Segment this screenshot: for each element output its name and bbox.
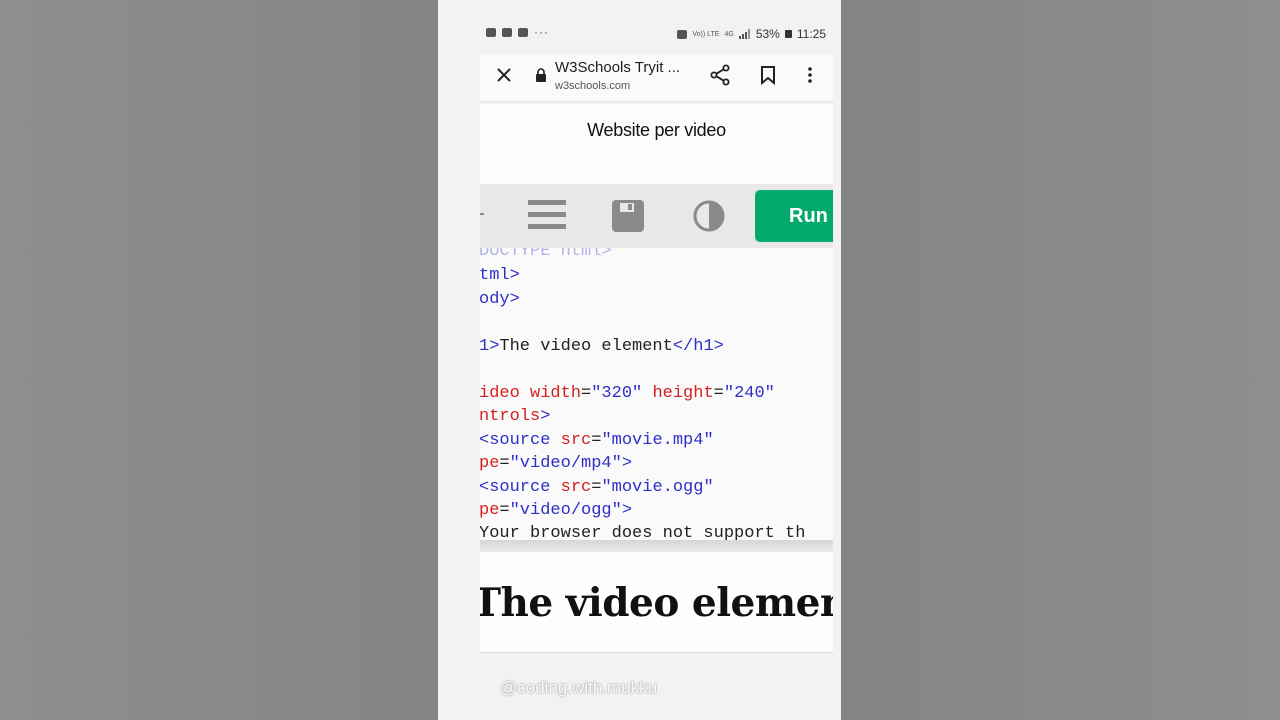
- code-token: pe: [480, 501, 500, 520]
- code-token: =: [499, 454, 510, 473]
- save-icon[interactable]: [612, 200, 644, 232]
- code-token: >: [540, 407, 551, 426]
- code-token: <source: [480, 478, 561, 497]
- menu-icon[interactable]: [528, 198, 566, 232]
- more-options-icon[interactable]: [801, 65, 819, 85]
- code-token: =: [499, 501, 510, 520]
- code-editor[interactable]: DOCTYPE html> tml> ody> 1>The video element…: [480, 248, 833, 540]
- code-token: height: [652, 384, 714, 403]
- code-token: "video/ogg": [509, 501, 622, 520]
- clock: 11:25: [796, 27, 826, 41]
- code-token: "movie.mp4": [601, 431, 714, 450]
- result-bottom-border: [480, 652, 833, 653]
- code-token: <source: [480, 431, 561, 450]
- left-blur-background: [0, 0, 438, 720]
- notification-icons: ···: [486, 25, 549, 39]
- code-token: </h1>: [672, 337, 724, 356]
- toolbar-arrow-fragment: [480, 213, 484, 215]
- code-line: pe="video/ogg">: [480, 501, 632, 520]
- signal-icon: [738, 29, 750, 39]
- code-token: =: [591, 431, 602, 450]
- more-notifications: ···: [534, 25, 549, 39]
- code-line: tml>: [480, 266, 520, 285]
- code-line: DOCTYPE html>: [480, 248, 612, 261]
- site-title: Website per video: [587, 120, 726, 140]
- network-type-label: 4G: [724, 30, 734, 38]
- url-text[interactable]: w3schools.com: [555, 80, 630, 92]
- share-icon[interactable]: [709, 64, 731, 86]
- code-token: =: [581, 384, 592, 403]
- code-token: 1>: [480, 337, 500, 356]
- watermark: @coding.with.mukku: [500, 678, 658, 697]
- video-call-icon: [486, 28, 496, 37]
- cast-icon: [677, 29, 688, 39]
- code-line: 1>The video element</h1>: [480, 337, 724, 356]
- phone-screen: ··· Vo)) LTE 4G 53% 11:25 W3Schools Tryi…: [438, 0, 841, 720]
- code-token: pe: [480, 454, 500, 473]
- code-token: src: [560, 431, 592, 450]
- code-token: ntrols: [480, 407, 541, 426]
- code-line: <source src="movie.mp4": [480, 431, 714, 450]
- code-token: =: [713, 384, 724, 403]
- result-frame: The video element: [480, 552, 833, 652]
- run-button[interactable]: Run: [755, 190, 833, 242]
- code-token: ody>: [480, 290, 520, 309]
- code-token: DOCTYPE html>: [480, 248, 612, 261]
- code-token: src: [560, 478, 592, 497]
- tab-title[interactable]: W3Schools Tryit ...: [555, 59, 680, 76]
- code-token: Your browser does not support th: [480, 524, 806, 540]
- battery-percent: 53%: [755, 27, 780, 41]
- code-line: pe="video/mp4">: [480, 454, 632, 473]
- code-line: ody>: [480, 290, 520, 309]
- close-icon[interactable]: [494, 65, 514, 85]
- editor-scroll-divider: [480, 540, 833, 552]
- code-token: ideo width: [480, 384, 582, 403]
- result-heading: The video element: [480, 580, 833, 626]
- code-token: =: [591, 478, 602, 497]
- notification-icon: [502, 28, 512, 37]
- browser-bar: W3Schools Tryit ... w3schools.com: [480, 54, 833, 100]
- contrast-icon[interactable]: [692, 199, 726, 233]
- code-token: "320": [591, 384, 643, 403]
- editor-toolbar: Run: [480, 184, 833, 248]
- site-header: Website per video: [480, 104, 833, 184]
- code-line: ntrols>: [480, 407, 550, 426]
- code-token: "240": [723, 384, 775, 403]
- code-token: "movie.ogg": [601, 478, 714, 497]
- battery-icon: [784, 30, 792, 38]
- code-token: The video element: [499, 337, 673, 356]
- code-line: Your browser does not support th: [480, 524, 805, 540]
- code-token: "video/mp4": [509, 454, 622, 473]
- volte-label: Vo)) LTE: [692, 30, 720, 38]
- right-blur-background: [841, 0, 1280, 720]
- code-token: >: [621, 501, 633, 520]
- system-icons: Vo)) LTE 4G 53% 11:25: [677, 27, 826, 41]
- code-line: <source src="movie.ogg": [480, 478, 714, 497]
- code-token: >: [621, 454, 633, 473]
- browser-divider: [480, 102, 833, 103]
- code-line: ideo width="320" height="240": [480, 384, 775, 403]
- lock-icon: [536, 68, 546, 82]
- code-token: tml>: [480, 266, 520, 285]
- bookmark-icon[interactable]: [759, 65, 777, 85]
- status-bar: ··· Vo)) LTE 4G 53% 11:25: [438, 22, 841, 50]
- gallery-icon: [518, 28, 528, 37]
